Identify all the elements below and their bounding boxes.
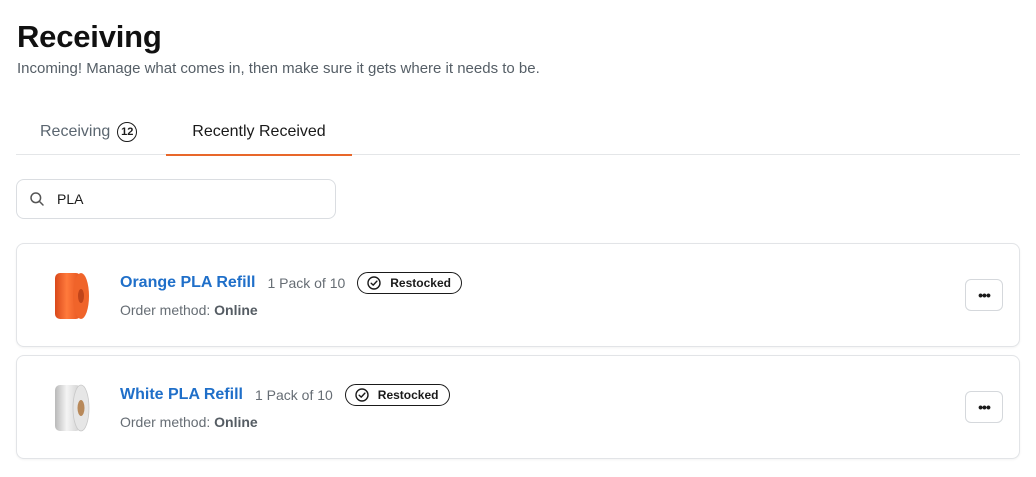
search-input[interactable] (57, 191, 307, 207)
page-subtitle: Incoming! Manage what comes in, then mak… (17, 60, 540, 77)
status-badge: Restocked (357, 272, 462, 294)
tab-bar: Receiving 12 Recently Received (16, 108, 1020, 156)
status-badge: Restocked (344, 384, 450, 406)
status-label: Restocked (390, 276, 451, 290)
pack-size: 1 Pack of 10 (267, 275, 346, 291)
item-title-link[interactable]: Orange PLA Refill (120, 274, 255, 292)
status-label: Restocked (377, 388, 439, 402)
tab-receiving[interactable]: Receiving 12 (40, 108, 138, 155)
more-options-button[interactable]: ••• (965, 391, 1003, 423)
order-method-label: Order method: (120, 302, 211, 318)
pack-size: 1 Pack of 10 (254, 387, 333, 403)
white-spool-image (45, 381, 93, 435)
order-method-value: Online (214, 414, 258, 430)
order-method: Order method: Online (120, 414, 258, 430)
check-circle-icon (367, 276, 381, 290)
list-item: Orange PLA Refill 1 Pack of 10 Restocked… (16, 243, 1020, 347)
search-box[interactable] (16, 179, 336, 219)
order-method: Order method: Online (120, 302, 258, 318)
order-method-label: Order method: (120, 414, 211, 430)
list-item: White PLA Refill 1 Pack of 10 Restocked … (16, 355, 1020, 459)
search-icon (29, 191, 45, 207)
orange-spool-image (45, 269, 93, 323)
tab-recently-received[interactable]: Recently Received (166, 108, 352, 156)
tab-recently-received-label: Recently Received (192, 122, 326, 140)
item-title-link[interactable]: White PLA Refill (120, 386, 243, 404)
page-title: Receiving (17, 19, 162, 54)
tab-receiving-label: Receiving (40, 122, 111, 140)
check-circle-icon (355, 388, 369, 402)
receiving-count-badge: 12 (117, 121, 138, 142)
more-options-button[interactable]: ••• (965, 279, 1003, 311)
order-method-value: Online (214, 302, 258, 318)
